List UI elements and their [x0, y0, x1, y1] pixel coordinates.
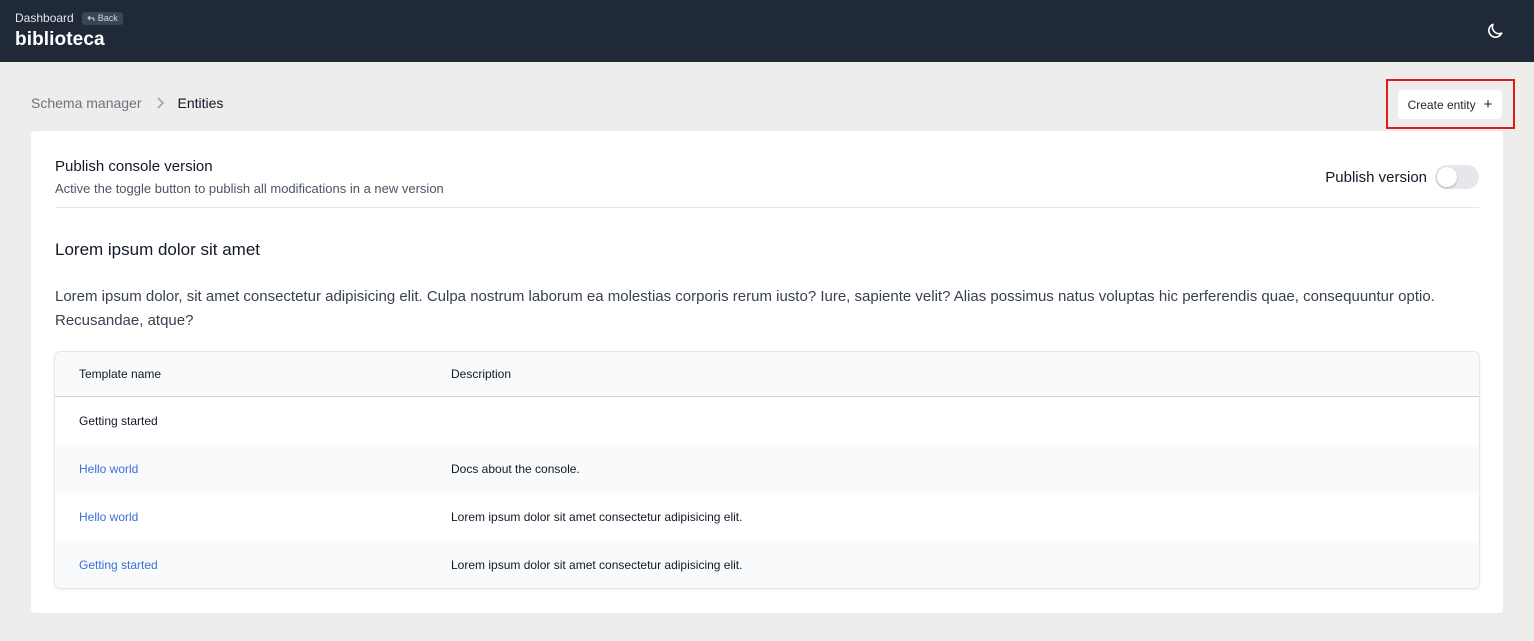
- dashboard-link[interactable]: Dashboard: [15, 11, 74, 25]
- table-header: Template name Description: [55, 352, 1479, 397]
- table-row: Hello world Docs about the console.: [55, 445, 1479, 493]
- content-card: Publish console version Active the toggl…: [31, 131, 1503, 613]
- table-row: Getting started: [55, 397, 1479, 445]
- publish-version-toggle[interactable]: [1435, 165, 1479, 189]
- row-template-link[interactable]: Hello world: [79, 510, 138, 524]
- publish-toggle-label: Publish version: [1325, 168, 1427, 186]
- row-template-name: Getting started: [79, 414, 158, 428]
- row-description: Lorem ipsum dolor sit amet consectetur a…: [451, 558, 743, 572]
- chevron-right-icon: [156, 97, 164, 109]
- publish-title: Publish console version: [55, 158, 213, 175]
- publish-toggle-group: Publish version: [1325, 165, 1479, 189]
- header-breadcrumb: Dashboard Back: [15, 11, 123, 25]
- back-arrow-icon: [87, 15, 95, 21]
- moon-icon: [1488, 23, 1503, 38]
- table-row: Hello world Lorem ipsum dolor sit amet c…: [55, 493, 1479, 541]
- app-title: biblioteca: [15, 29, 105, 50]
- row-description: Lorem ipsum dolor sit amet consectetur a…: [451, 510, 743, 524]
- templates-table: Template name Description Getting starte…: [54, 351, 1480, 589]
- publish-subtitle: Active the toggle button to publish all …: [55, 181, 444, 196]
- breadcrumb-schema-manager[interactable]: Schema manager: [31, 95, 142, 111]
- toggle-knob: [1437, 167, 1457, 187]
- row-description: Docs about the console.: [451, 462, 580, 476]
- header-description: Description: [451, 367, 512, 381]
- header-template-name: Template name: [79, 367, 162, 381]
- breadcrumb-entities: Entities: [177, 95, 224, 111]
- row-template-link[interactable]: Hello world: [79, 462, 138, 476]
- breadcrumb: Schema manager Entities: [31, 95, 223, 111]
- back-button[interactable]: Back: [81, 11, 123, 25]
- create-entity-label: Create entity: [1407, 97, 1476, 112]
- row-template-link[interactable]: Getting started: [79, 558, 158, 572]
- top-bar: Dashboard Back biblioteca: [0, 0, 1534, 62]
- create-entity-button[interactable]: Create entity +: [1398, 90, 1502, 119]
- plus-icon: +: [1483, 96, 1493, 113]
- section-title: Lorem ipsum dolor sit amet: [55, 240, 261, 259]
- theme-toggle-button[interactable]: [1483, 19, 1507, 43]
- section-body: Lorem ipsum dolor, sit amet consectetur …: [55, 288, 1435, 329]
- table-row: Getting started Lorem ipsum dolor sit am…: [55, 541, 1479, 588]
- back-label: Back: [97, 13, 118, 23]
- divider: [55, 207, 1479, 208]
